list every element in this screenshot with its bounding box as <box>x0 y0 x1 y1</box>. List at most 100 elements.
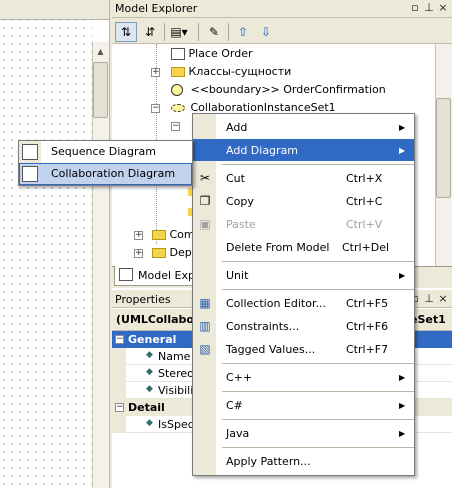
property-icon: ◆ <box>146 418 153 428</box>
menu-separator <box>222 289 414 290</box>
row-gutter <box>112 348 126 365</box>
scroll-up-icon[interactable]: ▲ <box>93 44 108 60</box>
tree-item-label: Классы-сущности <box>188 65 292 78</box>
collection-editor-icon: ▦ <box>199 296 211 310</box>
tree-item[interactable]: Com <box>152 226 195 244</box>
model-explorer-toolbar <box>112 18 452 44</box>
menu-separator <box>222 261 414 262</box>
menu-item-label: Collection Editor... <box>226 297 326 310</box>
submenu-arrow-icon: ▶ <box>399 123 406 132</box>
diagram-scroll-thumb[interactable] <box>93 62 108 118</box>
close-icon[interactable]: × <box>437 1 449 14</box>
menu-item-label: Java <box>226 427 250 440</box>
expand-icon[interactable]: + <box>134 249 143 258</box>
menu-item-shortcut: Ctrl+C <box>346 195 383 208</box>
property-name: IsSpeci <box>158 418 197 431</box>
expand-icon[interactable]: + <box>134 231 143 240</box>
tree-item-label: Com <box>169 228 195 241</box>
sequence-diagram-icon <box>22 144 38 160</box>
property-name: Stereo <box>158 367 194 380</box>
toolbar-separator <box>228 23 229 41</box>
move-up-icon[interactable]: ⇧ <box>232 22 254 42</box>
menu-item-shortcut: Ctrl+F5 <box>346 297 389 310</box>
menu-item-shortcut: Ctrl+F7 <box>346 343 389 356</box>
model-explorer-tab-icon <box>119 268 133 281</box>
wand-icon[interactable]: ✎ <box>203 22 225 42</box>
copy-icon: ❐ <box>199 194 211 208</box>
scissors-icon: ✂ <box>199 171 211 185</box>
move-down-icon[interactable]: ⇩ <box>255 22 277 42</box>
menu-item-shortcut: Ctrl+F6 <box>346 320 389 333</box>
submenu-arrow-icon: ▶ <box>399 429 406 438</box>
menu-item-label: C# <box>226 399 243 412</box>
close-icon[interactable]: × <box>437 292 449 305</box>
object-name-suffix: eSet1 <box>410 313 446 326</box>
menu-item-label: Constraints... <box>226 320 300 333</box>
menu-item-label: Add Diagram <box>226 144 299 157</box>
properties-title: Properties <box>115 293 171 306</box>
collapse-icon[interactable]: − <box>115 335 124 344</box>
menu-item-shortcut: Ctrl+X <box>346 172 383 185</box>
diagram-icon <box>171 48 185 60</box>
tree-item[interactable]: <<boundary>> OrderConfirmation <box>171 81 386 99</box>
menu-item-label: Tagged Values... <box>226 343 316 356</box>
menu-separator <box>222 164 414 165</box>
menu-item-shortcut: Ctrl+Del <box>342 241 390 254</box>
property-icon: ◆ <box>146 350 153 360</box>
collaboration-diagram-icon <box>22 166 38 182</box>
submenu-arrow-icon: ▶ <box>399 401 406 410</box>
menu-item-label: Collaboration Diagram <box>51 167 176 180</box>
menu-item-label: Add <box>226 121 248 134</box>
submenu-arrow-icon: ▶ <box>399 146 406 155</box>
property-icon: ◆ <box>146 367 153 377</box>
tree-scroll-thumb[interactable] <box>436 98 451 198</box>
constraints-icon: ▥ <box>199 319 211 333</box>
restore-icon[interactable]: ▫ <box>409 1 421 14</box>
paste-icon: ▣ <box>199 217 211 231</box>
model-explorer-title: Model Explorer <box>115 2 198 15</box>
menu-item-label: Copy <box>226 195 254 208</box>
menu-separator <box>222 419 414 420</box>
menu-item-label: Sequence Diagram <box>51 145 156 158</box>
boundary-icon <box>171 84 183 96</box>
tree-item-label: <<boundary>> OrderConfirmation <box>190 83 386 96</box>
pin-icon[interactable]: ⊥ <box>423 292 435 305</box>
toolbar-separator <box>198 23 199 41</box>
diagram-tab-strip <box>0 0 109 20</box>
menu-item-label: Cut <box>226 172 245 185</box>
menu-item-label: Paste <box>226 218 256 231</box>
pin-icon[interactable]: ⊥ <box>423 1 435 14</box>
tree-item[interactable]: Классы-сущности <box>171 63 291 81</box>
tree-item-label: Dep <box>169 246 192 259</box>
package-icon <box>152 230 166 240</box>
sort-by-name-icon[interactable]: ⇵ <box>139 22 161 42</box>
row-gutter <box>112 365 126 382</box>
expand-icon[interactable]: + <box>151 68 160 77</box>
menu-item-label: Apply Pattern... <box>226 455 311 468</box>
tree-item[interactable]: Dep <box>152 244 192 262</box>
property-name: Name <box>158 350 191 363</box>
add-element-icon[interactable]: ▤▾ <box>168 22 190 42</box>
expand-icon[interactable]: − <box>171 122 180 131</box>
sort-by-kind-icon[interactable]: ⇅ <box>115 22 137 42</box>
diagram-canvas[interactable] <box>0 0 92 488</box>
menu-item-label: Unit <box>226 269 249 282</box>
tree-item[interactable]: Place Order <box>171 45 253 63</box>
package-icon <box>152 248 166 258</box>
submenu-arrow-icon: ▶ <box>399 373 406 382</box>
tree-item-label: Place Order <box>188 47 253 60</box>
submenu-arrow-icon: ▶ <box>399 271 406 280</box>
menu-item-shortcut: Ctrl+V <box>346 218 383 231</box>
collaboration-icon <box>171 104 185 112</box>
menu-separator <box>222 363 414 364</box>
collapse-icon[interactable]: − <box>115 403 124 412</box>
category-label: General <box>128 333 177 346</box>
menu-item-label: C++ <box>226 371 253 384</box>
menu-separator <box>222 391 414 392</box>
menu-separator <box>222 447 414 448</box>
category-label: Detail <box>128 401 165 414</box>
property-icon: ◆ <box>146 384 153 394</box>
folder-icon <box>171 67 185 77</box>
collapse-icon[interactable]: − <box>151 104 160 113</box>
tagged-values-icon: ▧ <box>199 342 211 356</box>
